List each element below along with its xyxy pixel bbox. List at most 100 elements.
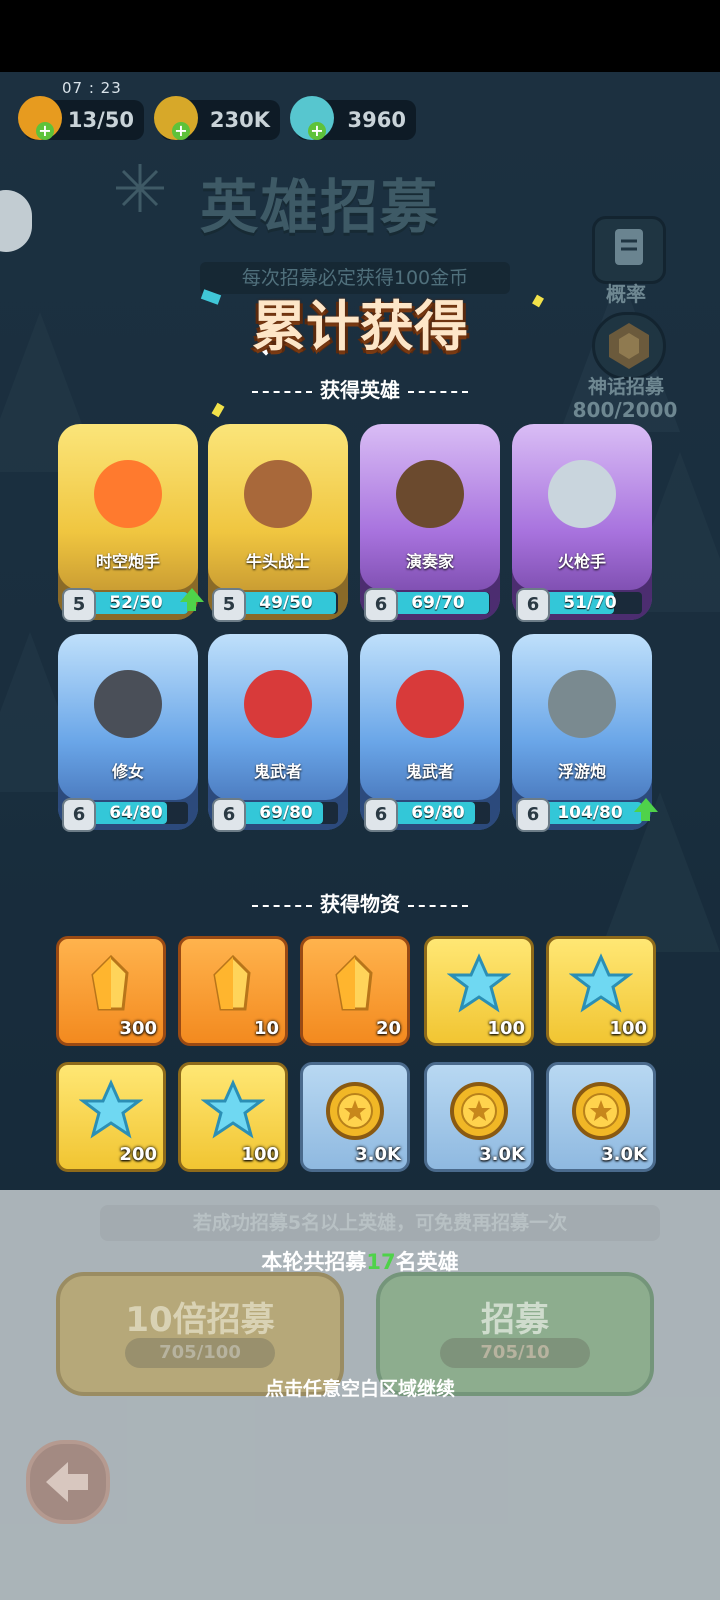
hero-card[interactable]: 时空炮手 52/50 5 <box>58 424 204 622</box>
modal-title: 累计获得 <box>252 295 468 358</box>
reward-item[interactable]: 100 <box>546 936 656 1046</box>
hero-progress-bar: 69/80 <box>234 802 338 824</box>
system-status-bar <box>0 0 720 72</box>
hero-name: 火枪手 <box>557 552 606 571</box>
hero-progress-text: 49/50 <box>259 593 313 613</box>
hero-name: 牛头战士 <box>245 552 310 571</box>
hero-portrait <box>94 670 162 738</box>
recruit-10x-label: 10倍招募 <box>125 1300 275 1340</box>
reward-quantity: 10 <box>253 1018 279 1039</box>
hero-level-badge: 5 <box>62 588 96 622</box>
hero-name: 鬼武者 <box>405 762 454 781</box>
hero-portrait <box>396 460 464 528</box>
hero-level-badge: 6 <box>212 798 246 832</box>
reward-item[interactable]: 200 <box>56 1062 166 1172</box>
hero-card[interactable]: 火枪手 51/70 6 <box>512 424 652 622</box>
hero-progress-bar: 69/80 <box>386 802 490 824</box>
rate-button[interactable] <box>592 216 666 284</box>
resource-value: 3960 <box>347 108 406 132</box>
coin-icon <box>450 1082 508 1140</box>
upgrade-arrow-stem <box>187 601 196 611</box>
hero-progress-text: 69/80 <box>259 803 313 823</box>
hero-name: 修女 <box>111 762 144 781</box>
hero-progress-bar: 51/70 <box>538 592 642 614</box>
plus-icon[interactable]: + <box>308 122 326 140</box>
snowflake-icon <box>116 164 164 212</box>
upgrade-arrow-icon <box>634 798 658 812</box>
hero-card[interactable]: 演奏家 69/70 6 <box>360 424 500 622</box>
coin-icon <box>326 1082 384 1140</box>
hero-portrait <box>244 670 312 738</box>
upgrade-arrow-stem <box>641 811 650 821</box>
hero-progress-text: 69/80 <box>411 803 465 823</box>
clock: 07 : 23 <box>62 79 122 97</box>
hero-card[interactable]: 鬼武者 69/80 6 <box>208 634 348 832</box>
hero-level-badge: 6 <box>62 798 96 832</box>
hero-progress-text: 51/70 <box>563 593 617 613</box>
resource-gems[interactable]: +3960 <box>290 96 416 140</box>
arrow-left-icon <box>46 1462 88 1502</box>
heading-divider <box>408 390 468 393</box>
upgrade-arrow-icon <box>180 588 204 602</box>
gold-crystal-icon <box>91 954 129 1011</box>
resource-gold[interactable]: +230K <box>154 96 280 140</box>
coin-icon <box>572 1082 630 1140</box>
summary-suffix: 名英雄 <box>395 1250 459 1274</box>
resource-value: 230K <box>209 108 270 132</box>
hero-name: 演奏家 <box>405 552 454 571</box>
resource-energy[interactable]: +13/50 <box>18 96 144 140</box>
back-button[interactable] <box>26 1440 110 1524</box>
hero-level-badge: 6 <box>364 588 398 622</box>
summary-prefix: 本轮共招募 <box>261 1250 367 1274</box>
hero-progress-text: 69/70 <box>411 593 465 613</box>
hero-card[interactable]: 牛头战士 49/50 5 <box>208 424 348 622</box>
reward-quantity: 20 <box>375 1018 401 1039</box>
hero-name: 时空炮手 <box>95 552 160 571</box>
hero-card[interactable]: 浮游炮 104/80 6 <box>512 634 658 832</box>
hero-portrait <box>548 670 616 738</box>
reward-quantity: 100 <box>487 1018 525 1039</box>
blue-crystal-icon <box>79 1079 143 1139</box>
hero-portrait <box>244 460 312 528</box>
hero-level-badge: 5 <box>212 588 246 622</box>
reward-quantity: 100 <box>241 1144 279 1165</box>
reward-item[interactable]: 300 <box>56 936 166 1046</box>
hero-progress-text: 64/80 <box>109 803 163 823</box>
hero-progress-bar: 69/70 <box>386 592 490 614</box>
reward-item[interactable]: 20 <box>300 936 410 1046</box>
items-heading: 获得物资 <box>0 888 720 917</box>
hero-progress-bar: 64/80 <box>84 802 188 824</box>
hero-card[interactable]: 鬼武者 69/80 6 <box>360 634 500 832</box>
reward-item[interactable]: 100 <box>178 1062 288 1172</box>
reward-item[interactable]: 10 <box>178 936 288 1046</box>
blue-crystal-icon <box>569 953 633 1013</box>
continue-hint[interactable]: 点击任意空白区域继续 <box>0 1374 720 1401</box>
reward-item[interactable]: 3.0K <box>424 1062 534 1172</box>
hero-card[interactable]: 修女 64/80 6 <box>58 634 198 832</box>
hero-portrait <box>396 670 464 738</box>
heading-divider <box>252 390 312 393</box>
recruit-summary: 本轮共招募17名英雄 <box>0 1246 720 1276</box>
blue-crystal-icon <box>447 953 511 1013</box>
plus-icon[interactable]: + <box>172 122 190 140</box>
hero-progress-text: 104/80 <box>557 803 623 823</box>
reward-quantity: 200 <box>119 1144 157 1165</box>
recruit-1x-cost: 705/10 <box>440 1338 590 1368</box>
reward-item[interactable]: 3.0K <box>546 1062 656 1172</box>
hero-name: 浮游炮 <box>557 762 606 781</box>
hero-progress-bar: 104/80 <box>538 802 642 824</box>
resource-value: 13/50 <box>67 108 134 132</box>
gold-crystal-icon <box>213 954 251 1011</box>
hero-level-badge: 6 <box>516 798 550 832</box>
plus-icon[interactable]: + <box>36 122 54 140</box>
reward-quantity: 3.0K <box>479 1144 525 1165</box>
document-icon <box>615 229 643 265</box>
reward-item[interactable]: 3.0K <box>300 1062 410 1172</box>
hero-level-badge: 6 <box>364 798 398 832</box>
items-heading-text: 获得物资 <box>320 892 400 916</box>
reward-quantity: 100 <box>609 1018 647 1039</box>
coin-icon: + <box>154 96 198 140</box>
hero-portrait <box>94 460 162 528</box>
reward-item[interactable]: 100 <box>424 936 534 1046</box>
reward-quantity: 300 <box>119 1018 157 1039</box>
